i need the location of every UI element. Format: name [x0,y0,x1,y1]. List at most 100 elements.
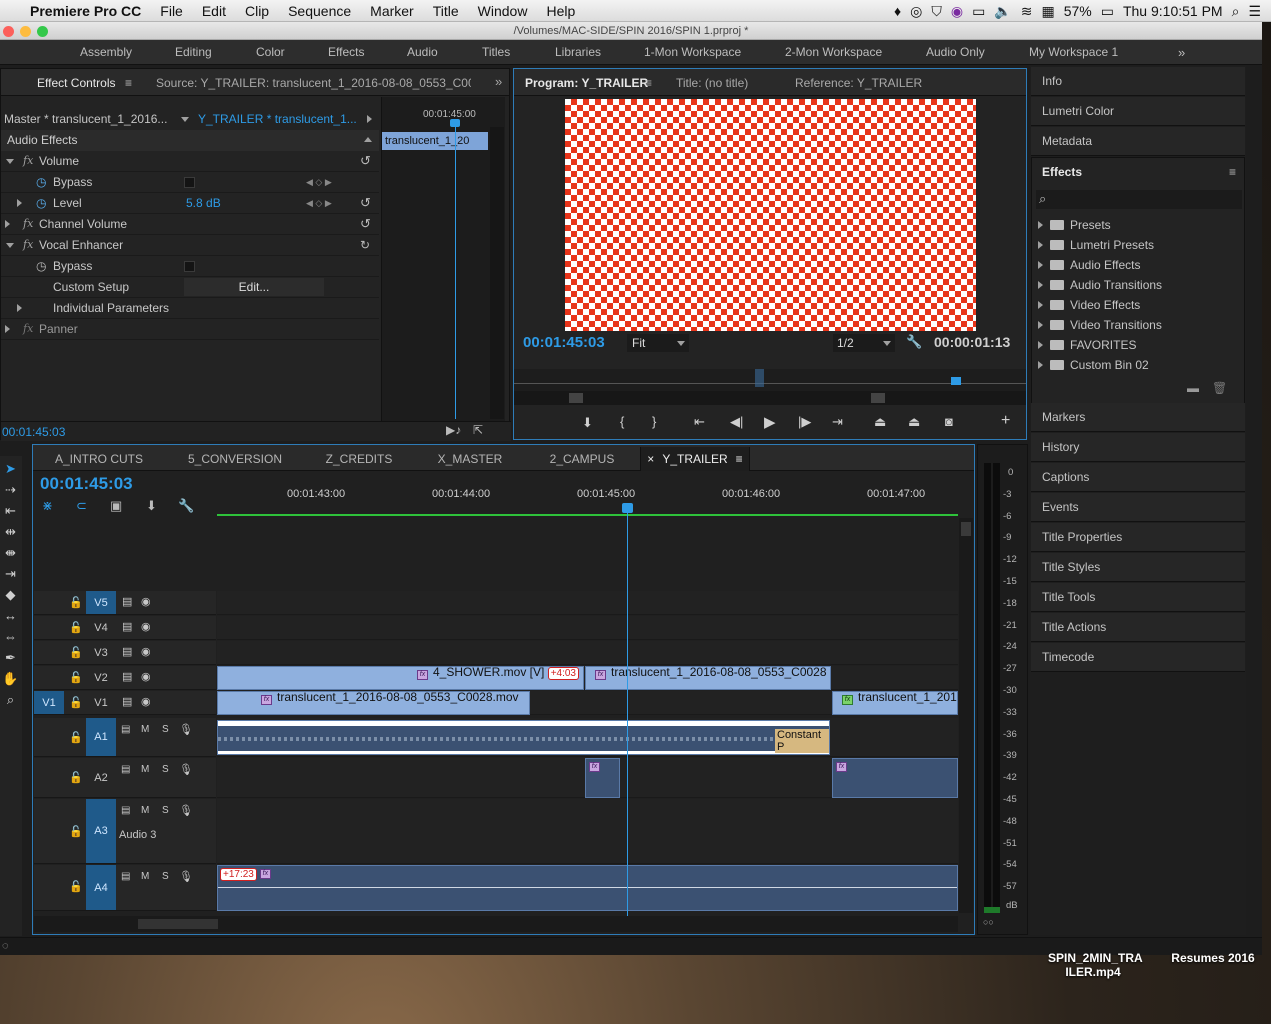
wifi-icon[interactable]: ≋ [1021,3,1033,20]
sync-lock-icon[interactable]: ▤ [121,871,130,882]
edit-button[interactable]: Edit... [184,278,324,296]
mark-in-icon[interactable]: { [620,414,624,429]
track-target-a1[interactable]: A1 [86,718,116,756]
program-timecode[interactable]: 00:01:45:03 [523,334,605,351]
workspace-editing[interactable]: Editing [175,45,212,59]
in-out-region[interactable] [755,369,764,387]
ripple-edit-tool-icon[interactable]: ⇤ [2,502,19,519]
lane-a3[interactable] [217,799,958,864]
background-task-icon[interactable]: ◌ [2,940,9,952]
zoom-select[interactable]: Fit [627,334,689,352]
solo-button[interactable]: S [162,724,169,735]
timeline-playhead[interactable] [627,510,628,918]
expand-volume-icon[interactable] [6,159,14,164]
stopwatch-icon[interactable]: ◷ [36,256,46,276]
play-icon[interactable]: ▶ [764,413,776,431]
expand-individual-icon[interactable] [17,304,22,312]
zoom-tool-icon[interactable]: ⌕ [2,691,19,708]
effects-item-video-effects[interactable]: Video Effects [1038,295,1140,315]
expand-level-icon[interactable] [17,199,22,207]
tab-title[interactable]: Title: (no title) [676,76,748,90]
razor-tool-icon[interactable]: ◆ [2,586,19,603]
lane-v4[interactable] [217,616,958,640]
notifications-icon[interactable]: ☰ [1248,3,1261,20]
battery-icon[interactable]: ▭ [1101,3,1114,20]
eye-icon[interactable]: ◉ [141,620,151,633]
clip-translucent-v2[interactable]: fx translucent_1_2016-08-08_0553_C0028 [585,666,831,690]
program-time-ruler[interactable] [514,369,1026,391]
track-header-a1[interactable]: 🔓 A1 ▤ M S 🎙 [34,718,216,757]
mini-clip[interactable]: translucent_1_20 [382,132,488,150]
effects-item-presets[interactable]: Presets [1038,215,1111,235]
menu-sequence[interactable]: Sequence [288,3,351,19]
mute-button[interactable]: M [141,764,149,775]
menu-file[interactable]: File [160,3,183,19]
extract-icon[interactable]: ⏏ [908,414,920,430]
linked-selection-icon[interactable]: ▣ [110,498,122,514]
bypass2-checkbox[interactable] [184,261,195,272]
track-name-v3[interactable]: V3 [86,641,116,665]
effect-mini-timeline[interactable]: 00:01:45:00 translucent_1_20 [381,97,505,422]
mute-button[interactable]: M [141,871,149,882]
collapse-section-icon[interactable] [364,137,372,142]
stopwatch-icon[interactable]: ◷ [36,193,46,213]
clip-dropdown-icon[interactable] [181,117,189,122]
eye-icon[interactable]: ◉ [141,670,151,683]
clip-audio-a2[interactable]: fx [585,758,620,798]
workspace-overflow-icon[interactable]: » [1178,45,1185,60]
microphone-icon[interactable]: 🎙 [179,763,193,776]
timeline-timecode[interactable]: 00:01:45:03 [40,474,133,494]
panel-lumetri-color[interactable]: Lumetri Color [1031,97,1245,126]
workspace-2-mon[interactable]: 2-Mon Workspace [785,45,882,59]
lane-v5[interactable] [217,591,958,615]
close-tab-icon[interactable]: × [647,452,654,466]
pen-tool-icon[interactable]: ✒ [2,649,19,666]
calendar-icon[interactable]: ▦ [1041,3,1054,20]
track-header-v3[interactable]: 🔓 V3 ▤ ◉ [34,641,216,665]
gamepad-icon[interactable]: ♦ [894,3,901,19]
panel-title-actions[interactable]: Title Actions [1031,613,1245,642]
mini-scrollbar[interactable] [490,127,504,419]
effect-row-vocal-enhancer[interactable]: fx Vocal Enhancer ↻ [1,235,379,256]
lock-icon[interactable]: 🔓 [69,671,83,684]
show-timeline-icon[interactable] [367,115,372,123]
minimize-window-icon[interactable] [20,26,31,37]
battery-percent[interactable]: 57% [1064,3,1092,19]
eye-icon[interactable]: ◉ [141,595,151,608]
spotlight-icon[interactable]: ⌕ [1232,3,1240,20]
track-name-v1[interactable]: V1 [86,691,116,715]
lock-icon[interactable]: 🔓 [69,646,83,659]
track-select-tool-icon[interactable]: ⇢ [2,481,19,498]
panel-title-properties[interactable]: Title Properties [1031,523,1245,552]
slide-tool-icon[interactable]: ⇔ [2,628,19,645]
snap-icon[interactable]: ⊂ [76,498,87,514]
new-bin-icon[interactable]: ▬ [1187,381,1199,395]
workspace-libraries[interactable]: Libraries [555,45,601,59]
lock-icon[interactable]: 🔓 [69,696,83,709]
mark-out-icon[interactable]: } [652,414,656,429]
panel-menu-icon[interactable]: ≡ [645,76,652,90]
sequence-clip-label[interactable]: Y_TRAILER * translucent_1... [198,109,357,129]
tab-program[interactable]: Program: Y_TRAILER [525,76,648,90]
reset-volume-icon[interactable]: ↺ [360,151,371,171]
expand-icon[interactable] [1038,281,1043,289]
tab-source[interactable]: Source: Y_TRAILER: translucent_1_2016-08… [156,76,471,90]
step-forward-icon[interactable]: |▶ [798,414,811,430]
master-clip-label[interactable]: Master * translucent_1_2016... [4,109,167,129]
lock-icon[interactable]: 🔓 [69,825,83,838]
expand-icon[interactable] [1038,221,1043,229]
menu-window[interactable]: Window [478,3,528,19]
tor-icon[interactable]: ◉ [951,3,963,20]
desktop-file-trailer[interactable]: SPIN_2MIN_TRA ILER.mp4 [1048,951,1143,979]
step-back-icon[interactable]: ◀| [730,414,743,430]
mute-button[interactable]: M [141,805,149,816]
slip-tool-icon[interactable]: ↔ [2,607,19,624]
keyframe-nav-icon[interactable]: ◀ ◇ ▶ [306,193,332,213]
reset-vocal-enhancer-icon[interactable]: ↻ [360,235,370,255]
track-header-a4[interactable]: 🔓 A4 ▤ M S 🎙 [34,865,216,911]
tab-sequence-intro-cuts[interactable]: A_INTRO CUTS [44,447,154,471]
reset-level-icon[interactable]: ↺ [360,193,371,213]
panel-info[interactable]: Info [1031,67,1245,96]
tab-effect-controls[interactable]: Effect Controls [37,76,115,90]
workspace-my-workspace[interactable]: My Workspace 1 [1029,45,1118,59]
